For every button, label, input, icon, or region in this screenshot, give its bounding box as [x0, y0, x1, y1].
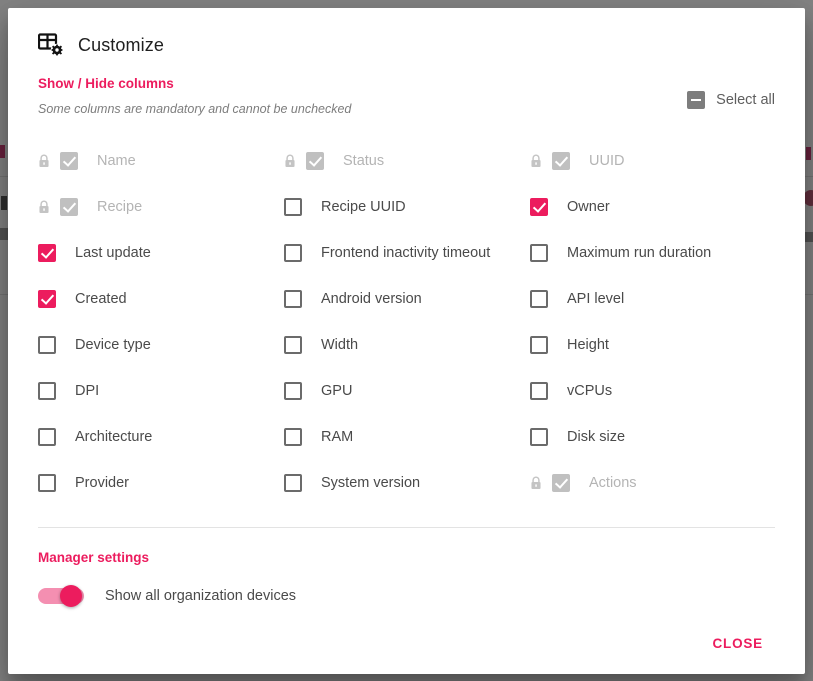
column-option-label: Disk size	[567, 429, 625, 445]
section-header: Show / Hide columns Some columns are man…	[8, 58, 805, 116]
dialog-footer: CLOSE	[8, 612, 805, 674]
column-option-label: DPI	[75, 383, 99, 399]
lock-icon	[284, 154, 306, 168]
column-option-owner[interactable]: Owner	[530, 184, 775, 230]
column-option-dpi[interactable]: DPI	[38, 368, 284, 414]
column-option-label: Android version	[321, 291, 422, 307]
column-option-height[interactable]: Height	[530, 322, 775, 368]
column-option-actions: Actions	[530, 460, 775, 506]
checkbox-unchecked-icon[interactable]	[38, 336, 56, 354]
column-option-label: Status	[343, 153, 384, 169]
column-option-label: vCPUs	[567, 383, 612, 399]
checkbox-checked-disabled-icon	[306, 152, 324, 170]
lock-icon	[530, 154, 552, 168]
checkbox-unchecked-icon[interactable]	[284, 198, 302, 216]
section-title: Show / Hide columns	[38, 76, 687, 91]
column-option-uuid: UUID	[530, 138, 775, 184]
column-option-ram[interactable]: RAM	[284, 414, 530, 460]
section-header-text: Show / Hide columns Some columns are man…	[38, 76, 687, 116]
column-option-frontend-inactivity-timeout[interactable]: Frontend inactivity timeout	[284, 230, 530, 276]
checkbox-checked-disabled-icon	[552, 474, 570, 492]
checkbox-checked-disabled-icon	[60, 152, 78, 170]
checkbox-unchecked-icon[interactable]	[38, 382, 56, 400]
section-subtitle: Some columns are mandatory and cannot be…	[38, 102, 687, 116]
indeterminate-checkbox-icon[interactable]	[687, 91, 705, 109]
checkbox-unchecked-icon[interactable]	[284, 428, 302, 446]
column-option-width[interactable]: Width	[284, 322, 530, 368]
column-option-label: RAM	[321, 429, 353, 445]
show-all-organization-devices-toggle[interactable]	[38, 585, 84, 607]
checkbox-checked-icon[interactable]	[38, 290, 56, 308]
column-option-label: System version	[321, 475, 420, 491]
column-option-system-version[interactable]: System version	[284, 460, 530, 506]
column-option-label: Provider	[75, 475, 129, 491]
column-option-label: Name	[97, 153, 136, 169]
checkbox-unchecked-icon[interactable]	[38, 474, 56, 492]
column-option-label: Device type	[75, 337, 151, 353]
select-all-label: Select all	[716, 92, 775, 108]
checkbox-unchecked-icon[interactable]	[284, 244, 302, 262]
column-option-label: Maximum run duration	[567, 245, 711, 261]
column-option-label: Frontend inactivity timeout	[321, 245, 490, 261]
checkbox-unchecked-icon[interactable]	[284, 336, 302, 354]
checkbox-unchecked-icon[interactable]	[530, 336, 548, 354]
table-settings-icon	[38, 32, 64, 58]
lock-icon	[38, 154, 60, 168]
checkbox-checked-icon[interactable]	[530, 198, 548, 216]
column-option-label: Recipe	[97, 199, 142, 215]
column-option-label: Actions	[589, 475, 637, 491]
column-option-label: Created	[75, 291, 127, 307]
checkbox-unchecked-icon[interactable]	[284, 290, 302, 308]
column-option-gpu[interactable]: GPU	[284, 368, 530, 414]
close-button[interactable]: CLOSE	[698, 627, 777, 660]
select-all-control[interactable]: Select all	[687, 91, 775, 109]
manager-settings-title: Manager settings	[38, 550, 775, 565]
column-option-status: Status	[284, 138, 530, 184]
checkbox-unchecked-icon[interactable]	[530, 428, 548, 446]
column-option-label: Last update	[75, 245, 151, 261]
column-option-recipe-uuid[interactable]: Recipe UUID	[284, 184, 530, 230]
column-option-vcpus[interactable]: vCPUs	[530, 368, 775, 414]
dialog-title: Customize	[78, 35, 164, 56]
column-option-architecture[interactable]: Architecture	[38, 414, 284, 460]
column-option-label: Recipe UUID	[321, 199, 406, 215]
column-options-grid: Name Status UUID Recipe Recipe UUID Owner Last…	[8, 116, 805, 506]
checkbox-checked-icon[interactable]	[38, 244, 56, 262]
column-option-label: Architecture	[75, 429, 152, 445]
column-option-label: Owner	[567, 199, 610, 215]
checkbox-unchecked-icon[interactable]	[38, 428, 56, 446]
checkbox-unchecked-icon[interactable]	[530, 382, 548, 400]
customize-columns-dialog: Customize Show / Hide columns Some colum…	[8, 8, 805, 674]
manager-settings-section: Manager settings Show all organization d…	[8, 528, 805, 607]
column-option-provider[interactable]: Provider	[38, 460, 284, 506]
column-option-label: Height	[567, 337, 609, 353]
lock-icon	[38, 200, 60, 214]
column-option-android-version[interactable]: Android version	[284, 276, 530, 322]
checkbox-unchecked-icon[interactable]	[530, 290, 548, 308]
column-option-label: GPU	[321, 383, 352, 399]
toggle-thumb	[60, 585, 82, 607]
checkbox-checked-disabled-icon	[60, 198, 78, 216]
column-option-disk-size[interactable]: Disk size	[530, 414, 775, 460]
column-option-label: API level	[567, 291, 624, 307]
column-option-api-level[interactable]: API level	[530, 276, 775, 322]
column-option-name: Name	[38, 138, 284, 184]
checkbox-checked-disabled-icon	[552, 152, 570, 170]
lock-icon	[530, 476, 552, 490]
checkbox-unchecked-icon[interactable]	[284, 474, 302, 492]
column-option-label: Width	[321, 337, 358, 353]
column-option-maximum-run-duration[interactable]: Maximum run duration	[530, 230, 775, 276]
column-option-created[interactable]: Created	[38, 276, 284, 322]
show-all-organization-devices-row[interactable]: Show all organization devices	[38, 585, 775, 607]
dialog-header: Customize	[8, 8, 805, 58]
checkbox-unchecked-icon[interactable]	[530, 244, 548, 262]
column-option-label: UUID	[589, 153, 624, 169]
checkbox-unchecked-icon[interactable]	[284, 382, 302, 400]
column-option-last-update[interactable]: Last update	[38, 230, 284, 276]
column-option-recipe: Recipe	[38, 184, 284, 230]
column-option-device-type[interactable]: Device type	[38, 322, 284, 368]
show-all-organization-devices-label: Show all organization devices	[105, 588, 296, 604]
